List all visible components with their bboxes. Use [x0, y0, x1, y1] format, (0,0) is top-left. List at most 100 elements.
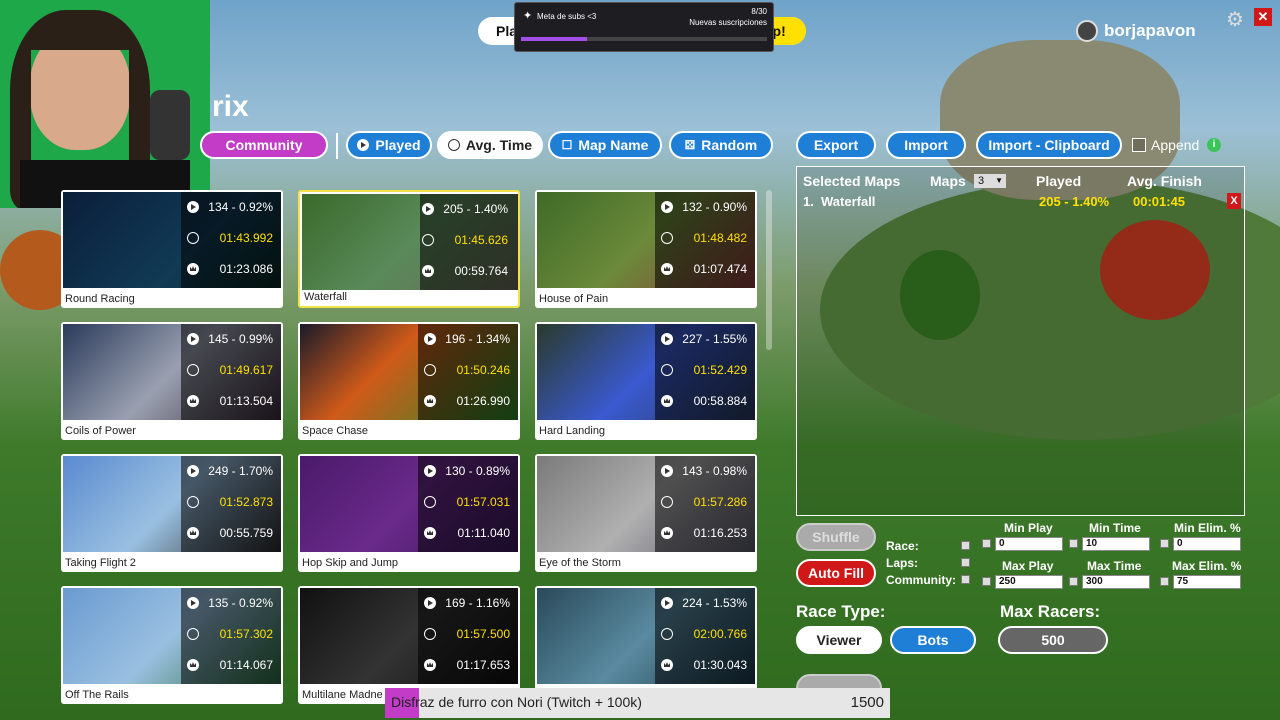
map-card[interactable]: 227 - 1.55% 01:52.429 00:58.884 Hard Landin…: [535, 322, 757, 440]
map-card[interactable]: 135 - 0.92% 01:57.302 01:14.067 Off The Rai…: [61, 586, 283, 704]
star-icon: ✦: [523, 10, 533, 22]
map-name: Coils of Power: [65, 425, 136, 437]
map-card[interactable]: 145 - 0.99% 01:49.617 01:13.504 Coils of Po…: [61, 322, 283, 440]
map-card[interactable]: 224 - 1.53% 02:00.766 01:30.043: [535, 586, 757, 704]
maps-count-select[interactable]: 3 ▼: [974, 174, 1006, 188]
map-name: Round Racing: [65, 293, 135, 305]
import-clipboard-button[interactable]: Import - Clipboard: [976, 131, 1122, 159]
map-avg-time: 01:49.617: [187, 363, 273, 377]
map-avg-value: 01:57.286: [693, 495, 747, 509]
race-type-label: Race Type:: [796, 602, 886, 621]
map-plays-value: 135 - 0.92%: [208, 596, 273, 610]
gear-icon[interactable]: ⚙: [1226, 7, 1244, 32]
map-grid-scrollbar[interactable]: [766, 190, 772, 350]
play-icon: [424, 465, 436, 477]
selected-maps-panel: Selected Maps Maps 3 ▼ Played Avg. Finish…: [796, 166, 1245, 516]
crown-icon: [187, 263, 199, 275]
map-card[interactable]: 249 - 1.70% 01:52.873 00:55.759 Taking Flig…: [61, 454, 283, 572]
map-plays: 205 - 1.40%: [422, 202, 508, 216]
bots-button[interactable]: Bots: [890, 626, 976, 654]
community-checkbox[interactable]: [961, 575, 970, 584]
map-plays-value: 130 - 0.89%: [445, 464, 510, 478]
max-elim-checkbox[interactable]: [1160, 577, 1169, 586]
laps-checkbox[interactable]: [961, 558, 970, 567]
subs-goal-widget: ✦ Meta de subs <3 8/30 Nuevas suscripcio…: [514, 2, 774, 52]
map-name: Space Chase: [302, 425, 369, 437]
user-avatar-icon: [1076, 20, 1098, 42]
remove-map-icon[interactable]: X: [1227, 193, 1241, 209]
clock-icon: [661, 496, 673, 508]
map-avg-value: 01:43.992: [219, 231, 273, 245]
max-racers-label: Max Racers:: [1000, 602, 1101, 621]
map-card[interactable]: 132 - 0.90% 01:48.482 01:07.474 House of Pa…: [535, 190, 757, 308]
ticker-amount: 1500: [850, 694, 884, 711]
map-plays-value: 205 - 1.40%: [443, 202, 508, 216]
sort-played-button[interactable]: Played: [346, 131, 432, 159]
append-checkbox[interactable]: [1132, 138, 1146, 152]
map-icon: ☐: [561, 138, 573, 152]
min-play-field[interactable]: 0: [995, 537, 1063, 551]
max-time-field[interactable]: 300: [1082, 575, 1150, 589]
play-icon: [424, 333, 436, 345]
tab-community[interactable]: Community: [200, 131, 328, 159]
map-name: Off The Rails: [65, 689, 129, 701]
map-avg-value: 01:49.617: [219, 363, 273, 377]
map-card[interactable]: 196 - 1.34% 01:50.246 01:26.990 Space Chase: [298, 322, 520, 440]
selected-row[interactable]: 1. Waterfall 205 - 1.40% 00:01:45 X: [797, 193, 1244, 211]
map-card[interactable]: 134 - 0.92% 01:43.992 01:23.086 Round Racin…: [61, 190, 283, 308]
import-button[interactable]: Import: [886, 131, 966, 159]
min-time-field[interactable]: 10: [1082, 537, 1150, 551]
map-best-time: 01:07.474: [661, 262, 747, 276]
map-name: Eye of the Storm: [539, 557, 621, 569]
auto-fill-button[interactable]: Auto Fill: [796, 559, 876, 587]
viewer-button[interactable]: Viewer: [796, 626, 882, 654]
selected-row-name: Waterfall: [821, 194, 876, 209]
sort-avg-time-button[interactable]: Avg. Time: [437, 131, 543, 159]
min-elim-field[interactable]: 0: [1173, 537, 1241, 551]
shuffle-button[interactable]: Shuffle: [796, 523, 876, 551]
viewer-label: Viewer: [816, 632, 862, 648]
race-checkbox[interactable]: [961, 541, 970, 550]
map-card[interactable]: 205 - 1.40% 01:45.626 00:59.764 Waterfall: [298, 190, 520, 308]
map-best-value: 00:59.764: [454, 264, 508, 278]
map-plays: 130 - 0.89%: [424, 464, 510, 478]
selected-row-index: 1.: [803, 194, 814, 209]
map-avg-value: 01:57.500: [456, 627, 510, 641]
max-racers-field[interactable]: 500: [998, 626, 1108, 654]
map-plays: 143 - 0.98%: [661, 464, 747, 478]
max-time-checkbox[interactable]: [1069, 577, 1078, 586]
crown-icon: [422, 265, 434, 277]
clock-icon: [187, 364, 199, 376]
random-button[interactable]: ⚄ Random: [669, 131, 773, 159]
crown-icon: [661, 263, 673, 275]
crown-icon: [661, 395, 673, 407]
info-icon[interactable]: i: [1207, 138, 1221, 152]
min-elim-checkbox[interactable]: [1160, 539, 1169, 548]
map-avg-value: 01:48.482: [693, 231, 747, 245]
play-icon: [357, 139, 370, 151]
map-best-value: 01:17.653: [456, 658, 510, 672]
selected-row-avg: 00:01:45: [1133, 194, 1186, 209]
max-time-label: Max Time: [1087, 559, 1142, 573]
clock-icon: [447, 139, 460, 151]
map-card[interactable]: 143 - 0.98% 01:57.286 01:16.253 Eye of the …: [535, 454, 757, 572]
play-icon: [424, 597, 436, 609]
map-name: Taking Flight 2: [65, 557, 136, 569]
map-card[interactable]: 130 - 0.89% 01:57.031 01:11.040 Hop Skip an…: [298, 454, 520, 572]
map-best-time: 01:30.043: [661, 658, 747, 672]
map-card[interactable]: 169 - 1.16% 01:57.500 01:17.653 Multilane M…: [298, 586, 520, 704]
max-elim-field[interactable]: 75: [1173, 575, 1241, 589]
map-avg-time: 01:57.302: [187, 627, 273, 641]
close-icon[interactable]: ✕: [1254, 8, 1272, 26]
min-play-checkbox[interactable]: [982, 539, 991, 548]
min-time-checkbox[interactable]: [1069, 539, 1078, 548]
microphone: [150, 90, 190, 160]
export-button[interactable]: Export: [796, 131, 876, 159]
webcam-overlay: [0, 0, 210, 208]
max-play-field[interactable]: 250: [995, 575, 1063, 589]
map-best-value: 01:26.990: [456, 394, 510, 408]
clock-icon: [187, 496, 199, 508]
map-plays: 135 - 0.92%: [187, 596, 273, 610]
max-play-checkbox[interactable]: [982, 577, 991, 586]
sort-map-name-button[interactable]: ☐ Map Name: [548, 131, 662, 159]
